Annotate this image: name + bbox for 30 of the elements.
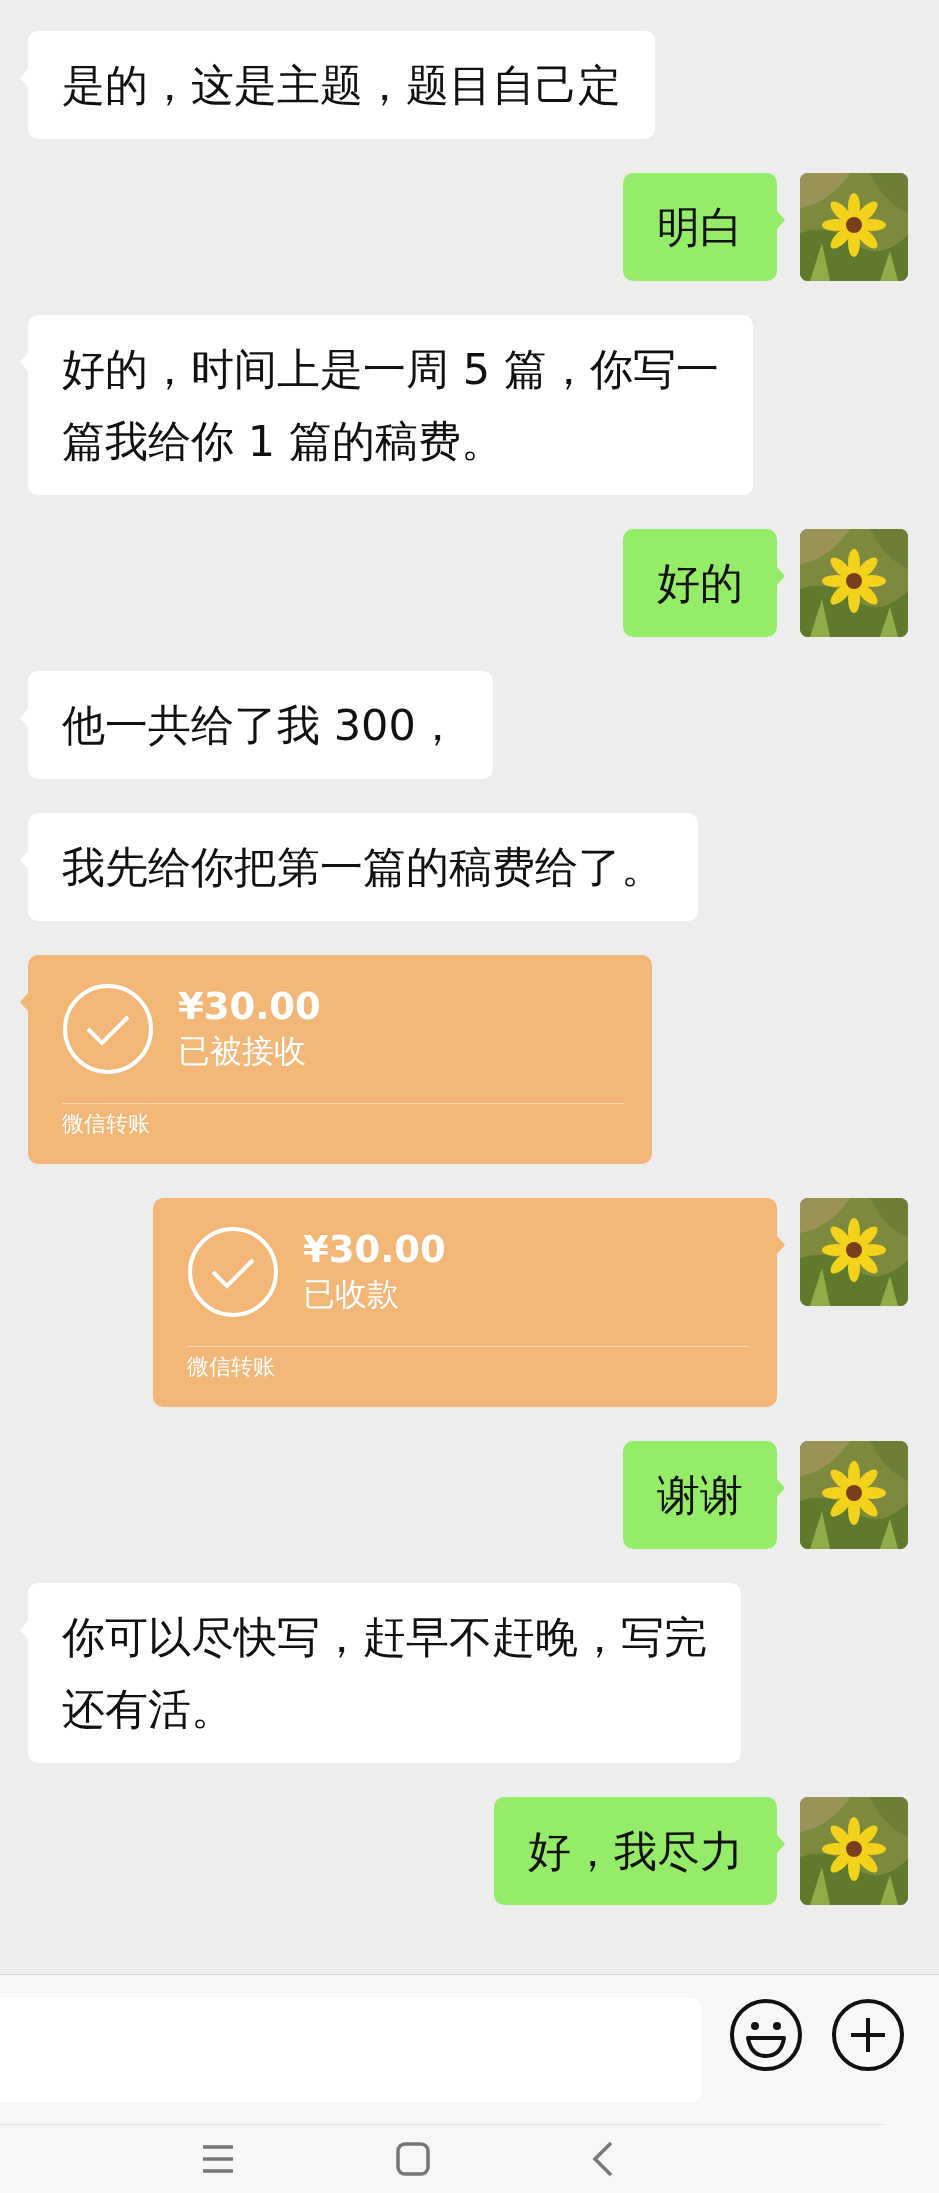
message-bubble: 他一共给了我 300， <box>28 671 493 779</box>
transfer-label: 微信转账 <box>62 1110 151 1138</box>
message-bubble: 是的，这是主题，题目自己定 <box>28 31 655 139</box>
emoji-icon[interactable] <box>729 1998 803 2072</box>
home-icon[interactable] <box>396 2142 431 2176</box>
bubble-tail <box>777 1236 785 1254</box>
message-bubble: 我先给你把第一篇的稿费给了。 <box>28 813 698 921</box>
message-bubble: 好的，时间上是一周 5 篇，你写一 篇我给你 1 篇的稿费。 <box>28 315 753 495</box>
bubble-tail <box>777 1479 785 1497</box>
message-bubble: 好的 <box>623 529 777 637</box>
message-bubble: 你可以尽快写，赶早不赶晚，写完 还有活。 <box>28 1583 741 1763</box>
bubble-tail <box>777 1835 785 1853</box>
message-bubble: 谢谢 <box>623 1441 777 1549</box>
back-icon[interactable] <box>592 2141 615 2177</box>
check-circle-icon <box>62 983 154 1075</box>
bubble-tail <box>777 211 785 229</box>
transfer-card[interactable]: ¥30.00 已被接收 微信转账 <box>28 955 652 1164</box>
bubble-tail <box>777 567 785 585</box>
message-bubble: 明白 <box>623 173 777 281</box>
check-circle-icon <box>187 1226 279 1318</box>
transfer-status: 已被接收 <box>178 1031 307 1072</box>
transfer-label: 微信转账 <box>187 1353 276 1381</box>
transfer-amount: ¥30.00 <box>178 985 321 1029</box>
menu-icon[interactable] <box>200 2144 235 2174</box>
bubble-tail <box>20 993 28 1011</box>
plus-icon[interactable] <box>831 1998 905 2072</box>
message-bubble: 好，我尽力 <box>494 1797 777 1905</box>
transfer-card[interactable]: ¥30.00 已收款 微信转账 <box>153 1198 777 1407</box>
transfer-status: 已收款 <box>303 1274 400 1315</box>
transfer-amount: ¥30.00 <box>303 1228 446 1272</box>
